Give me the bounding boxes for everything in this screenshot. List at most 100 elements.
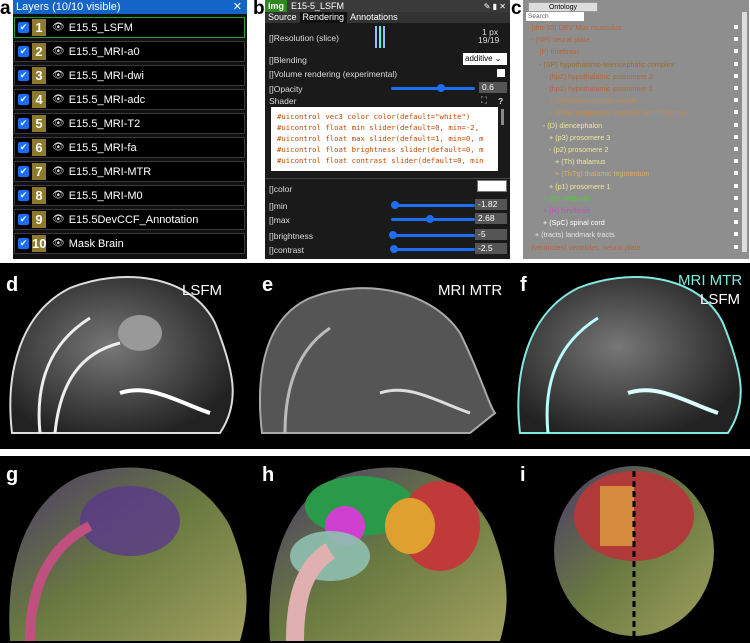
layer-checkbox[interactable]: ✔ [18,70,29,81]
panel-label-g: g [6,464,19,486]
contrast-knob[interactable] [389,245,398,253]
ontology-checkbox[interactable] [734,86,738,90]
ontology-item[interactable]: + (Tel) telencephalic vesicle [549,96,637,105]
ontology-item[interactable]: - (SP) hypothalamo-telencephalic complex [539,60,674,69]
ontology-checkbox[interactable] [734,183,738,188]
layer-row[interactable]: ✔ 5 👁 E15.5_MRI-T2 [14,113,245,134]
ontology-item[interactable]: - (ventricles) ventricles, neural plate [527,243,640,252]
eye-icon[interactable]: 👁 [52,118,65,129]
eye-icon[interactable]: 👁 [52,190,65,201]
ontology-item[interactable]: + (H) hindbrain [543,206,591,215]
ontology-item[interactable]: + (PHy) peduncular (caudal) hypothalamus [549,108,686,117]
ontology-tab[interactable]: Ontology [528,2,598,12]
contrast-value[interactable]: -2.5 [475,243,507,254]
brightness-value[interactable]: -5 [475,229,507,240]
pin-icon[interactable]: ✎ ▮ ✕ [484,2,510,11]
ontology-checkbox[interactable] [734,110,738,115]
ontology-item[interactable]: + (tracts) landmark tracts [535,230,615,239]
layer-row[interactable]: ✔ 9 👁 E15.5DevCCF_Annotation [14,209,245,230]
layer-row[interactable]: ✔ 7 👁 E15.5_MRI-MTR [14,161,245,182]
layer-checkbox[interactable]: ✔ [18,94,29,105]
ontology-item[interactable]: + (Th) thalamus [555,157,606,166]
layers-title: Layers (10/10 visible) [16,1,121,13]
eye-icon[interactable]: 👁 [52,142,65,153]
ontology-checkbox[interactable] [734,171,738,176]
ontology-checkbox[interactable] [734,220,738,225]
layer-row[interactable]: ✔ 2 👁 E15.5_MRI-a0 [14,41,245,62]
ontology-checkbox[interactable] [734,208,738,212]
ontology-checkbox[interactable] [734,244,738,249]
layer-name: E15.5_MRI-fa [68,141,137,154]
eye-icon[interactable]: 👁 [52,46,65,57]
tab-source[interactable]: Source [265,12,300,23]
close-icon[interactable]: ✕ [233,0,242,14]
layer-row[interactable]: ✔ 3 👁 E15.5_MRI-dwi [14,65,245,86]
opacity-slider[interactable] [391,87,475,90]
ontology-item[interactable]: - (dm-10) DEV Mus musculus [527,23,621,32]
layer-checkbox[interactable]: ✔ [18,166,29,177]
ontology-checkbox[interactable] [734,98,738,103]
help-icon[interactable]: ? [498,96,503,106]
brightness-knob[interactable] [388,231,397,239]
layer-row[interactable]: ✔ 4 👁 E15.5_MRI-adc [14,89,245,110]
ontology-item[interactable]: + (SpC) spinal cord [543,218,605,227]
ontology-checkbox[interactable] [734,134,738,139]
eye-icon[interactable]: 👁 [52,94,65,105]
panel-label-h: h [262,464,275,486]
expand-icon[interactable]: ⛶ [481,95,487,106]
tab-rendering[interactable]: Rendering [299,12,348,23]
layer-row[interactable]: ✔ 10 👁 Mask Brain [14,233,245,254]
layers-header: Layers (10/10 visible) ✕ [13,0,247,14]
contrast-slider[interactable] [391,248,475,251]
ontology-checkbox[interactable] [734,147,738,151]
ontology-search-input[interactable]: Search [526,12,584,21]
color-swatch[interactable] [477,180,507,192]
ontology-item[interactable]: - (p2) prosomere 2 [549,145,609,154]
layer-checkbox[interactable]: ✔ [18,238,29,249]
overlay-lsfm-label: LSFM [700,291,741,308]
ontology-checkbox[interactable] [734,49,738,54]
ontology-item[interactable]: - (hp2) hypothalamic prosomere 2 [545,72,653,81]
layer-checkbox[interactable]: ✔ [18,46,29,57]
code-scrollbar[interactable] [501,109,504,125]
eye-icon[interactable]: 👁 [52,22,65,33]
layer-checkbox[interactable]: ✔ [18,190,29,201]
ontology-item[interactable]: + (p1) prosomere 1 [549,182,610,191]
ontology-checkbox[interactable] [734,232,738,237]
ontology-item[interactable]: - (D) diencephalon [543,121,602,130]
layer-row[interactable]: ✔ 6 👁 E15.5_MRI-fa [14,137,245,158]
ontology-item[interactable]: + (p3) prosomere 3 [549,133,610,142]
ontology-checkbox[interactable] [734,195,738,200]
ontology-checkbox[interactable] [734,25,738,29]
min-value[interactable]: -1.82 [475,199,507,210]
layer-checkbox[interactable]: ✔ [18,214,29,225]
ontology-checkbox[interactable] [734,73,738,78]
ontology-item[interactable]: - (NP) neural plate [531,35,590,44]
ontology-scrollbar[interactable] [742,12,747,252]
blending-select[interactable]: additive ⌄ [463,53,507,65]
ontology-checkbox[interactable] [734,37,738,42]
layer-row[interactable]: ✔ 8 👁 E15.5_MRI-M0 [14,185,245,206]
ontology-item[interactable]: - (hp1) hypothalamic prosomere 1 [545,84,653,93]
eye-icon[interactable]: 👁 [52,70,65,81]
ontology-checkbox[interactable] [734,61,738,66]
eye-icon[interactable]: 👁 [52,238,65,249]
brightness-slider[interactable] [391,234,475,237]
ontology-checkbox[interactable] [734,122,738,127]
min-slider[interactable] [391,204,475,207]
ontology-checkbox[interactable] [734,159,738,164]
max-value[interactable]: 2.68 [475,213,507,224]
layer-checkbox[interactable]: ✔ [18,118,29,129]
ontology-item[interactable]: + (M) midbrain [543,194,590,203]
volume-checkbox[interactable] [497,69,505,77]
ontology-item[interactable]: + (ThTg) thalamic tegmentum [555,169,649,178]
shader-code-editor[interactable]: #uicontrol vec3 color color(default="whi… [271,107,498,171]
tab-annotations[interactable]: Annotations [347,12,401,23]
layer-checkbox[interactable]: ✔ [18,22,29,33]
layer-row[interactable]: ✔ 1 👁 E15.5_LSFM [14,17,245,38]
eye-icon[interactable]: 👁 [52,166,65,177]
opacity-value[interactable]: 0.6 [479,82,507,93]
ontology-item[interactable]: - (F) forebrain [535,47,579,56]
layer-checkbox[interactable]: ✔ [18,142,29,153]
eye-icon[interactable]: 👁 [52,214,65,225]
